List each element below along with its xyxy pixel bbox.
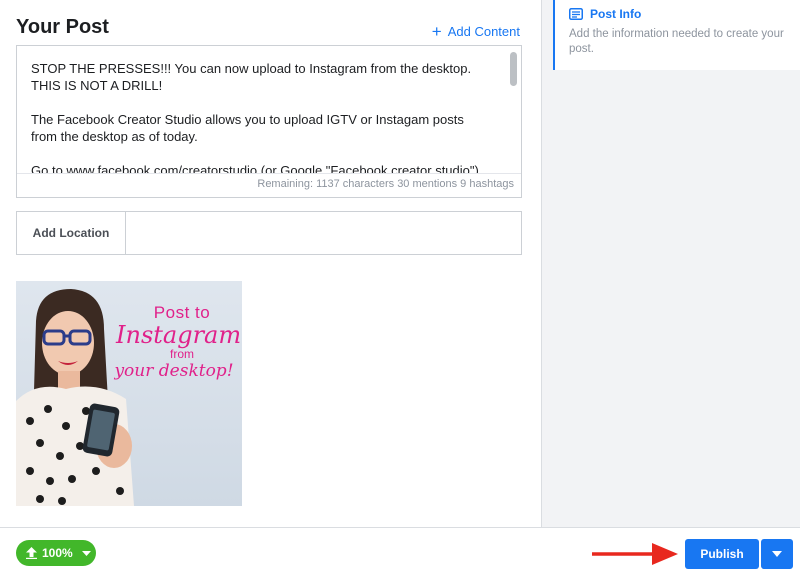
image-text-from: from bbox=[170, 347, 194, 361]
post-text-paragraph: Go to www.facebook.com/creatorstudio (or… bbox=[31, 163, 479, 174]
post-image-thumbnail[interactable]: Post to Instagram from your desktop! bbox=[16, 281, 242, 506]
add-content-label: Add Content bbox=[447, 24, 520, 39]
post-text-box: STOP THE PRESSES!!! You can now upload t… bbox=[16, 45, 522, 198]
page-title: Your Post bbox=[16, 16, 109, 38]
red-arrow-annotation-icon bbox=[592, 543, 678, 565]
publish-button[interactable]: Publish bbox=[685, 539, 759, 569]
post-textarea[interactable]: STOP THE PRESSES!!! You can now upload t… bbox=[17, 46, 521, 174]
location-row: Add Location bbox=[16, 211, 522, 255]
document-lines-icon bbox=[569, 8, 583, 20]
location-label: Add Location bbox=[17, 212, 126, 254]
remaining-counter: Remaining: 1137 characters 30 mentions 9… bbox=[257, 178, 514, 190]
footer-bar: 100% Publish bbox=[0, 527, 800, 575]
image-text-post-to: Post to bbox=[153, 303, 211, 322]
publish-options-button[interactable] bbox=[761, 539, 793, 569]
upload-progress-button[interactable]: 100% bbox=[16, 540, 96, 566]
image-text-instagram: Instagram bbox=[116, 321, 242, 349]
side-panel bbox=[542, 0, 800, 527]
post-editor-panel: Your Post + Add Content STOP THE PRESSES… bbox=[0, 0, 542, 527]
post-info-tab-label: Post Info bbox=[590, 7, 642, 21]
post-info-tab[interactable]: Post Info Add the information needed to … bbox=[553, 0, 800, 70]
image-text-your-desktop: your desktop! bbox=[114, 361, 234, 381]
textarea-scrollbar[interactable] bbox=[510, 52, 517, 86]
location-input[interactable] bbox=[126, 212, 521, 254]
post-text-paragraph: The Facebook Creator Studio allows you t… bbox=[31, 112, 464, 144]
caret-down-icon bbox=[81, 550, 91, 556]
upload-percent: 100% bbox=[42, 546, 73, 560]
post-info-description: Add the information needed to create you… bbox=[569, 28, 784, 55]
plus-icon: + bbox=[431, 22, 442, 41]
caret-down-icon bbox=[772, 551, 782, 557]
add-content-button[interactable]: + Add Content bbox=[431, 22, 520, 41]
upload-arrow-icon bbox=[26, 547, 37, 559]
post-textarea-wrapper[interactable]: STOP THE PRESSES!!! You can now upload t… bbox=[17, 46, 521, 174]
post-text-paragraph: STOP THE PRESSES!!! You can now upload t… bbox=[31, 61, 472, 93]
